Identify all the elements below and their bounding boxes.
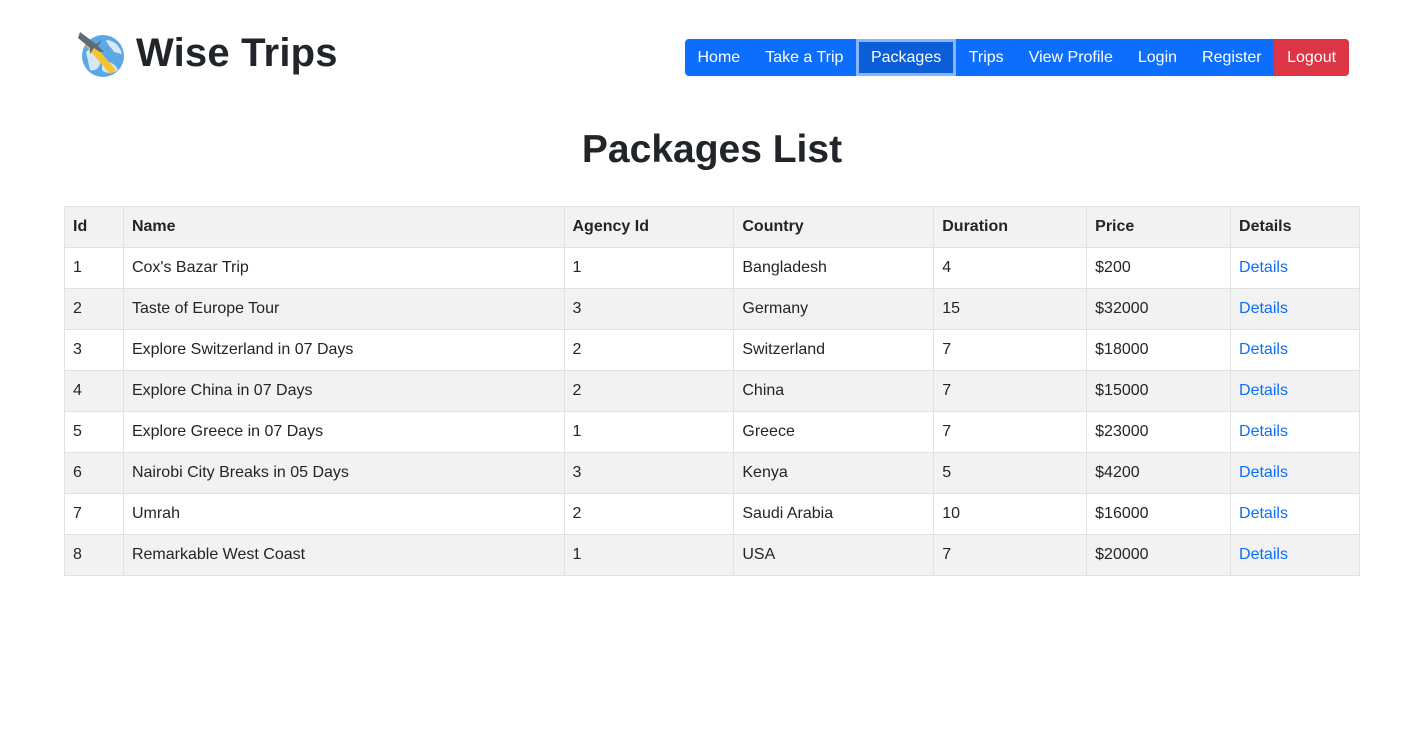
cell-name: Nairobi City Breaks in 05 Days [122, 452, 565, 494]
cell-id: 3 [64, 329, 124, 371]
cell-id: 1 [64, 247, 124, 289]
nav-take-a-trip[interactable]: Take a Trip [753, 39, 856, 76]
cell-details: Details [1230, 247, 1360, 289]
cell-duration: 4 [933, 247, 1088, 289]
details-link[interactable]: Details [1239, 259, 1288, 276]
details-link[interactable]: Details [1239, 546, 1288, 563]
cell-agency-id: 2 [563, 370, 735, 412]
cell-country: Germany [733, 288, 935, 330]
site-header: Wise Trips Home Take a Trip Packages Tri… [0, 0, 1424, 100]
cell-duration: 10 [933, 493, 1088, 535]
details-link[interactable]: Details [1239, 300, 1288, 317]
cell-agency-id: 3 [563, 288, 735, 330]
details-link[interactable]: Details [1239, 423, 1288, 440]
cell-name: Cox's Bazar Trip [122, 247, 565, 289]
cell-details: Details [1230, 329, 1360, 371]
cell-duration: 7 [933, 411, 1088, 453]
cell-country: Kenya [733, 452, 935, 494]
cell-country: Saudi Arabia [733, 493, 935, 535]
cell-agency-id: 2 [563, 493, 735, 535]
table-row: 5 Explore Greece in 07 Days 1 Greece 7 $… [64, 411, 1360, 453]
page-title: Packages List [581, 128, 843, 171]
cell-id: 5 [64, 411, 124, 453]
cell-name: Explore China in 07 Days [122, 370, 565, 412]
cell-duration: 7 [933, 370, 1088, 412]
cell-duration: 7 [933, 329, 1088, 371]
column-header-id: Id [64, 206, 124, 248]
cell-details: Details [1230, 288, 1360, 330]
cell-name: Taste of Europe Tour [122, 288, 565, 330]
table-row: 1 Cox's Bazar Trip 1 Bangladesh 4 $200 D… [64, 247, 1360, 289]
cell-name: Umrah [122, 493, 565, 535]
cell-price: $23000 [1086, 411, 1232, 453]
cell-agency-id: 1 [563, 247, 735, 289]
column-header-name: Name [122, 206, 565, 248]
table-row: 6 Nairobi City Breaks in 05 Days 3 Kenya… [64, 452, 1360, 494]
cell-country: Bangladesh [733, 247, 935, 289]
nav-home[interactable]: Home [685, 39, 753, 76]
cell-duration: 7 [933, 534, 1088, 576]
cell-price: $4200 [1086, 452, 1232, 494]
packages-table: Id Name Agency Id Country Duration Price… [64, 206, 1360, 576]
cell-details: Details [1230, 411, 1360, 453]
details-link[interactable]: Details [1239, 505, 1288, 522]
column-header-agency-id: Agency Id [563, 206, 735, 248]
cell-country: China [733, 370, 935, 412]
cell-price: $200 [1086, 247, 1232, 289]
cell-details: Details [1230, 534, 1360, 576]
cell-id: 6 [64, 452, 124, 494]
nav-register[interactable]: Register [1190, 39, 1275, 76]
cell-id: 7 [64, 493, 124, 535]
cell-country: USA [733, 534, 935, 576]
nav-packages[interactable]: Packages [855, 39, 957, 76]
cell-name: Explore Switzerland in 07 Days [122, 329, 565, 371]
details-link[interactable]: Details [1239, 341, 1288, 358]
globe-airplane-icon [78, 32, 124, 77]
cell-price: $32000 [1086, 288, 1232, 330]
cell-country: Greece [733, 411, 935, 453]
cell-details: Details [1230, 452, 1360, 494]
cell-duration: 15 [933, 288, 1088, 330]
nav-login[interactable]: Login [1125, 39, 1189, 76]
nav-trips[interactable]: Trips [956, 39, 1016, 76]
details-link[interactable]: Details [1239, 464, 1288, 481]
column-header-duration: Duration [933, 206, 1088, 248]
cell-id: 2 [64, 288, 124, 330]
table-row: 2 Taste of Europe Tour 3 Germany 15 $320… [64, 288, 1360, 330]
cell-details: Details [1230, 493, 1360, 535]
cell-price: $18000 [1086, 329, 1232, 371]
table-header-row: Id Name Agency Id Country Duration Price… [64, 206, 1360, 248]
details-link[interactable]: Details [1239, 382, 1288, 399]
table-row: 8 Remarkable West Coast 1 USA 7 $20000 D… [64, 534, 1360, 576]
cell-duration: 5 [933, 452, 1088, 494]
cell-price: $16000 [1086, 493, 1232, 535]
cell-price: $20000 [1086, 534, 1232, 576]
column-header-country: Country [733, 206, 935, 248]
brand-title: Wise Trips [136, 31, 338, 75]
cell-id: 4 [64, 370, 124, 412]
cell-agency-id: 2 [563, 329, 735, 371]
cell-agency-id: 3 [563, 452, 735, 494]
cell-country: Switzerland [733, 329, 935, 371]
table-row: 7 Umrah 2 Saudi Arabia 10 $16000 Details [64, 493, 1360, 535]
cell-name: Remarkable West Coast [122, 534, 565, 576]
column-header-price: Price [1086, 206, 1232, 248]
column-header-details: Details [1230, 206, 1360, 248]
cell-details: Details [1230, 370, 1360, 412]
logout-button[interactable]: Logout [1274, 39, 1350, 76]
cell-name: Explore Greece in 07 Days [122, 411, 565, 453]
table-row: 4 Explore China in 07 Days 2 China 7 $15… [64, 370, 1360, 412]
cell-agency-id: 1 [563, 534, 735, 576]
cell-id: 8 [64, 534, 124, 576]
table-row: 3 Explore Switzerland in 07 Days 2 Switz… [64, 329, 1360, 371]
main-nav: Home Take a Trip Packages Trips View Pro… [685, 39, 1350, 76]
brand[interactable]: Wise Trips [76, 26, 338, 80]
nav-view-profile[interactable]: View Profile [1016, 39, 1125, 76]
cell-agency-id: 1 [563, 411, 735, 453]
cell-price: $15000 [1086, 370, 1232, 412]
